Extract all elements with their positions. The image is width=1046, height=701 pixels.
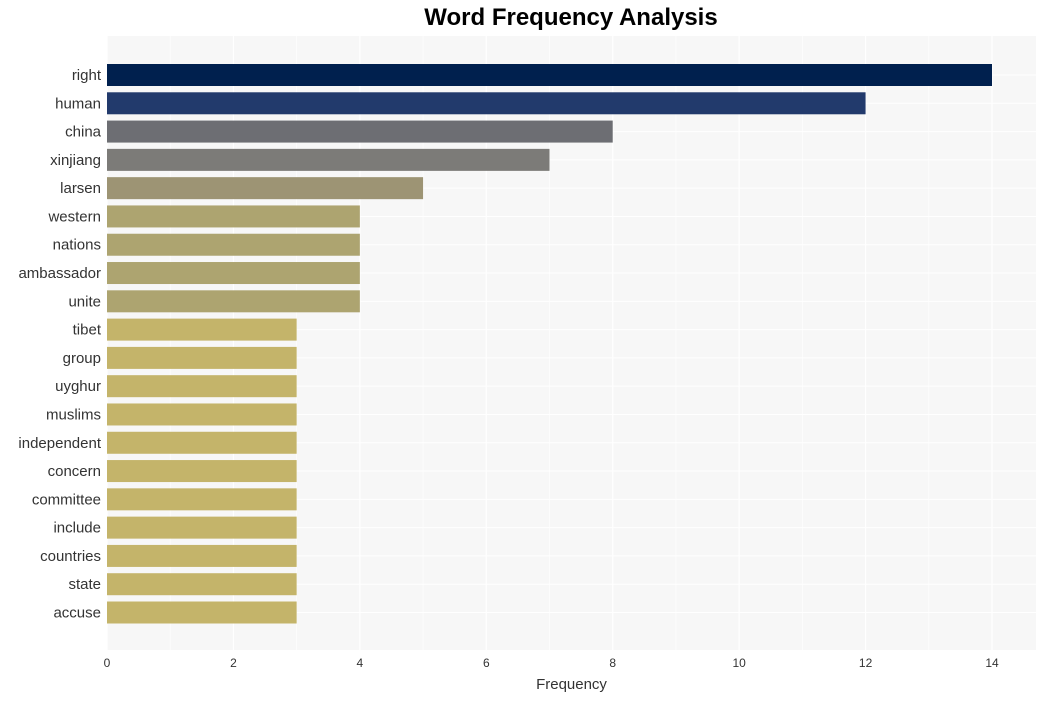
y-tick-label: nations (53, 237, 101, 254)
y-tick-label: group (63, 350, 101, 367)
y-tick-label: larsen (60, 180, 101, 197)
x-tick-label: 10 (732, 656, 746, 670)
y-tick-label: countries (40, 548, 101, 565)
y-tick-label: muslims (46, 406, 101, 423)
bar-state (107, 573, 297, 596)
x-tick-label: 4 (357, 656, 364, 670)
y-tick-label: concern (48, 463, 101, 480)
bar-china (107, 120, 613, 143)
y-axis-labels: right human china xinjiang larsen western nati… (18, 67, 101, 622)
bar-countries (107, 544, 297, 567)
y-tick-label: unite (68, 293, 101, 310)
y-tick-label: xinjiang (50, 152, 101, 169)
bar-committee (107, 488, 297, 511)
y-tick-label: committee (32, 491, 101, 508)
y-tick-label: uyghur (55, 378, 101, 395)
bar-larsen (107, 177, 424, 200)
bar-western (107, 205, 360, 228)
x-tick-label: 2 (230, 656, 237, 670)
bar-accuse (107, 601, 297, 624)
x-tick-label: 8 (609, 656, 616, 670)
y-tick-label: ambassador (18, 265, 101, 282)
x-tick-label: 14 (985, 656, 999, 670)
bar-independent (107, 431, 297, 454)
y-tick-label: accuse (53, 605, 101, 622)
bar-chart: right human china xinjiang larsen western nati… (18, 36, 1036, 693)
x-axis-label: Frequency (536, 676, 607, 693)
bar-right (107, 64, 992, 86)
bar-group (107, 346, 297, 369)
x-axis-ticks: 0 2 4 6 8 10 12 14 (104, 656, 999, 670)
bar-concern (107, 460, 297, 483)
bar-human (107, 92, 866, 115)
bar-uyghur (107, 375, 297, 398)
y-tick-label: independent (18, 435, 101, 452)
bar-xinjiang (107, 148, 550, 171)
x-tick-label: 6 (483, 656, 490, 670)
y-tick-label: include (53, 520, 101, 537)
bar-include (107, 516, 297, 539)
y-tick-label: western (47, 208, 101, 225)
bar-ambassador (107, 262, 360, 285)
y-tick-label: china (65, 124, 102, 141)
bar-unite (107, 290, 360, 313)
y-tick-label: tibet (73, 322, 102, 339)
bar-muslims (107, 403, 297, 426)
bar-tibet (107, 318, 297, 341)
x-tick-label: 0 (104, 656, 111, 670)
y-tick-label: right (72, 67, 102, 84)
bar-nations (107, 233, 360, 256)
y-tick-label: human (55, 95, 101, 112)
y-tick-label: state (68, 576, 101, 593)
x-tick-label: 12 (859, 656, 873, 670)
